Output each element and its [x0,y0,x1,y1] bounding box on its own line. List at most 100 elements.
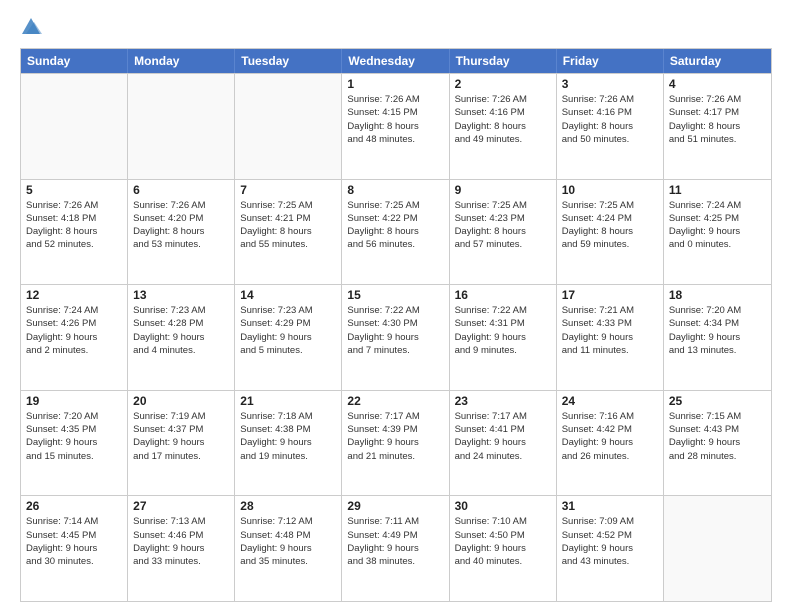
day-number: 30 [455,499,551,513]
day-number: 15 [347,288,443,302]
cell-content: Sunrise: 7:17 AM Sunset: 4:39 PM Dayligh… [347,410,443,463]
calendar-row-2: 12Sunrise: 7:24 AM Sunset: 4:26 PM Dayli… [21,284,771,390]
cell-content: Sunrise: 7:21 AM Sunset: 4:33 PM Dayligh… [562,304,658,357]
day-number: 8 [347,183,443,197]
day-number: 7 [240,183,336,197]
day-number: 4 [669,77,766,91]
calendar-cell: 28Sunrise: 7:12 AM Sunset: 4:48 PM Dayli… [235,496,342,601]
cell-content: Sunrise: 7:23 AM Sunset: 4:28 PM Dayligh… [133,304,229,357]
calendar-cell: 27 Sunrise: 7:13 AM Sunset: 4:46 PM Dayli… [128,496,235,601]
day-number: 17 [562,288,658,302]
day-number: 6 [133,183,229,197]
calendar-cell: 30 Sunrise: 7:10 AM Sunset: 4:50 PM Dayli… [450,496,557,601]
cell-content: Sunrise: 7:20 AM Sunset: 4:34 PM Dayligh… [669,304,766,357]
day-number: 5 [26,183,122,197]
calendar: SundayMondayTuesdayWednesdayThursdayFrid… [20,48,772,602]
day-number: 29 [347,499,443,513]
day-number: 1 [347,77,443,91]
day-number: 22 [347,394,443,408]
day-number: 11 [669,183,766,197]
calendar-cell: 6Sunrise: 7:26 AM Sunset: 4:20 PM Daylig… [128,180,235,285]
cell-content: Sunrise: 7:20 AM Sunset: 4:35 PM Dayligh… [26,410,122,463]
calendar-cell: 17 Sunrise: 7:21 AM Sunset: 4:33 PM Dayli… [557,285,664,390]
calendar-row-1: 5 Sunrise: 7:26 AM Sunset: 4:18 PM Daylig… [21,179,771,285]
header [20,16,772,38]
calendar-cell: 7Sunrise: 7:25 AM Sunset: 4:21 PM Daylig… [235,180,342,285]
calendar-cell: 11 Sunrise: 7:24 AM Sunset: 4:25 PM Dayli… [664,180,771,285]
calendar-cell [128,74,235,179]
cell-content: Sunrise: 7:23 AM Sunset: 4:29 PM Dayligh… [240,304,336,357]
calendar-cell: 16 Sunrise: 7:22 AM Sunset: 4:31 PM Dayli… [450,285,557,390]
calendar-cell: 24 Sunrise: 7:16 AM Sunset: 4:42 PM Dayli… [557,391,664,496]
header-day-monday: Monday [128,49,235,73]
day-number: 18 [669,288,766,302]
day-number: 21 [240,394,336,408]
cell-content: Sunrise: 7:18 AM Sunset: 4:38 PM Dayligh… [240,410,336,463]
calendar-cell: 2 Sunrise: 7:26 AM Sunset: 4:16 PM Daylig… [450,74,557,179]
day-number: 27 [133,499,229,513]
cell-content: Sunrise: 7:22 AM Sunset: 4:30 PM Dayligh… [347,304,443,357]
cell-content: Sunrise: 7:17 AM Sunset: 4:41 PM Dayligh… [455,410,551,463]
header-day-wednesday: Wednesday [342,49,449,73]
calendar-cell: 1 Sunrise: 7:26 AM Sunset: 4:15 PM Daylig… [342,74,449,179]
calendar-row-4: 26 Sunrise: 7:14 AM Sunset: 4:45 PM Dayli… [21,495,771,601]
day-number: 23 [455,394,551,408]
calendar-cell [664,496,771,601]
cell-content: Sunrise: 7:09 AM Sunset: 4:52 PM Dayligh… [562,515,658,568]
calendar-cell: 8 Sunrise: 7:25 AM Sunset: 4:22 PM Daylig… [342,180,449,285]
cell-content: Sunrise: 7:26 AM Sunset: 4:18 PM Dayligh… [26,199,122,252]
day-number: 3 [562,77,658,91]
calendar-header: SundayMondayTuesdayWednesdayThursdayFrid… [21,49,771,73]
day-number: 24 [562,394,658,408]
calendar-cell: 21 Sunrise: 7:18 AM Sunset: 4:38 PM Dayli… [235,391,342,496]
cell-content: Sunrise: 7:24 AM Sunset: 4:26 PM Dayligh… [26,304,122,357]
calendar-cell [21,74,128,179]
calendar-cell: 4Sunrise: 7:26 AM Sunset: 4:17 PM Daylig… [664,74,771,179]
cell-content: Sunrise: 7:10 AM Sunset: 4:50 PM Dayligh… [455,515,551,568]
calendar-row-3: 19 Sunrise: 7:20 AM Sunset: 4:35 PM Dayli… [21,390,771,496]
header-day-sunday: Sunday [21,49,128,73]
cell-content: Sunrise: 7:25 AM Sunset: 4:22 PM Dayligh… [347,199,443,252]
cell-content: Sunrise: 7:15 AM Sunset: 4:43 PM Dayligh… [669,410,766,463]
day-number: 2 [455,77,551,91]
header-day-thursday: Thursday [450,49,557,73]
logo-icon [20,16,42,38]
cell-content: Sunrise: 7:26 AM Sunset: 4:16 PM Dayligh… [455,93,551,146]
calendar-cell [235,74,342,179]
day-number: 25 [669,394,766,408]
calendar-cell: 18 Sunrise: 7:20 AM Sunset: 4:34 PM Dayli… [664,285,771,390]
header-day-saturday: Saturday [664,49,771,73]
day-number: 26 [26,499,122,513]
cell-content: Sunrise: 7:24 AM Sunset: 4:25 PM Dayligh… [669,199,766,252]
day-number: 20 [133,394,229,408]
cell-content: Sunrise: 7:16 AM Sunset: 4:42 PM Dayligh… [562,410,658,463]
cell-content: Sunrise: 7:26 AM Sunset: 4:16 PM Dayligh… [562,93,658,146]
day-number: 31 [562,499,658,513]
calendar-body: 1 Sunrise: 7:26 AM Sunset: 4:15 PM Daylig… [21,73,771,601]
calendar-row-0: 1 Sunrise: 7:26 AM Sunset: 4:15 PM Daylig… [21,73,771,179]
cell-content: Sunrise: 7:25 AM Sunset: 4:24 PM Dayligh… [562,199,658,252]
calendar-cell: 25 Sunrise: 7:15 AM Sunset: 4:43 PM Dayli… [664,391,771,496]
day-number: 16 [455,288,551,302]
cell-content: Sunrise: 7:26 AM Sunset: 4:15 PM Dayligh… [347,93,443,146]
day-number: 28 [240,499,336,513]
calendar-cell: 26 Sunrise: 7:14 AM Sunset: 4:45 PM Dayli… [21,496,128,601]
day-number: 19 [26,394,122,408]
page: SundayMondayTuesdayWednesdayThursdayFrid… [0,0,792,612]
calendar-cell: 23 Sunrise: 7:17 AM Sunset: 4:41 PM Dayli… [450,391,557,496]
header-day-tuesday: Tuesday [235,49,342,73]
calendar-cell: 3 Sunrise: 7:26 AM Sunset: 4:16 PM Daylig… [557,74,664,179]
calendar-cell: 22 Sunrise: 7:17 AM Sunset: 4:39 PM Dayli… [342,391,449,496]
calendar-cell: 13Sunrise: 7:23 AM Sunset: 4:28 PM Dayli… [128,285,235,390]
day-number: 14 [240,288,336,302]
calendar-cell: 9Sunrise: 7:25 AM Sunset: 4:23 PM Daylig… [450,180,557,285]
cell-content: Sunrise: 7:14 AM Sunset: 4:45 PM Dayligh… [26,515,122,568]
calendar-cell: 31 Sunrise: 7:09 AM Sunset: 4:52 PM Dayli… [557,496,664,601]
cell-content: Sunrise: 7:22 AM Sunset: 4:31 PM Dayligh… [455,304,551,357]
calendar-cell: 12Sunrise: 7:24 AM Sunset: 4:26 PM Dayli… [21,285,128,390]
logo [20,16,46,38]
calendar-cell: 14 Sunrise: 7:23 AM Sunset: 4:29 PM Dayli… [235,285,342,390]
calendar-cell: 20Sunrise: 7:19 AM Sunset: 4:37 PM Dayli… [128,391,235,496]
cell-content: Sunrise: 7:13 AM Sunset: 4:46 PM Dayligh… [133,515,229,568]
day-number: 9 [455,183,551,197]
